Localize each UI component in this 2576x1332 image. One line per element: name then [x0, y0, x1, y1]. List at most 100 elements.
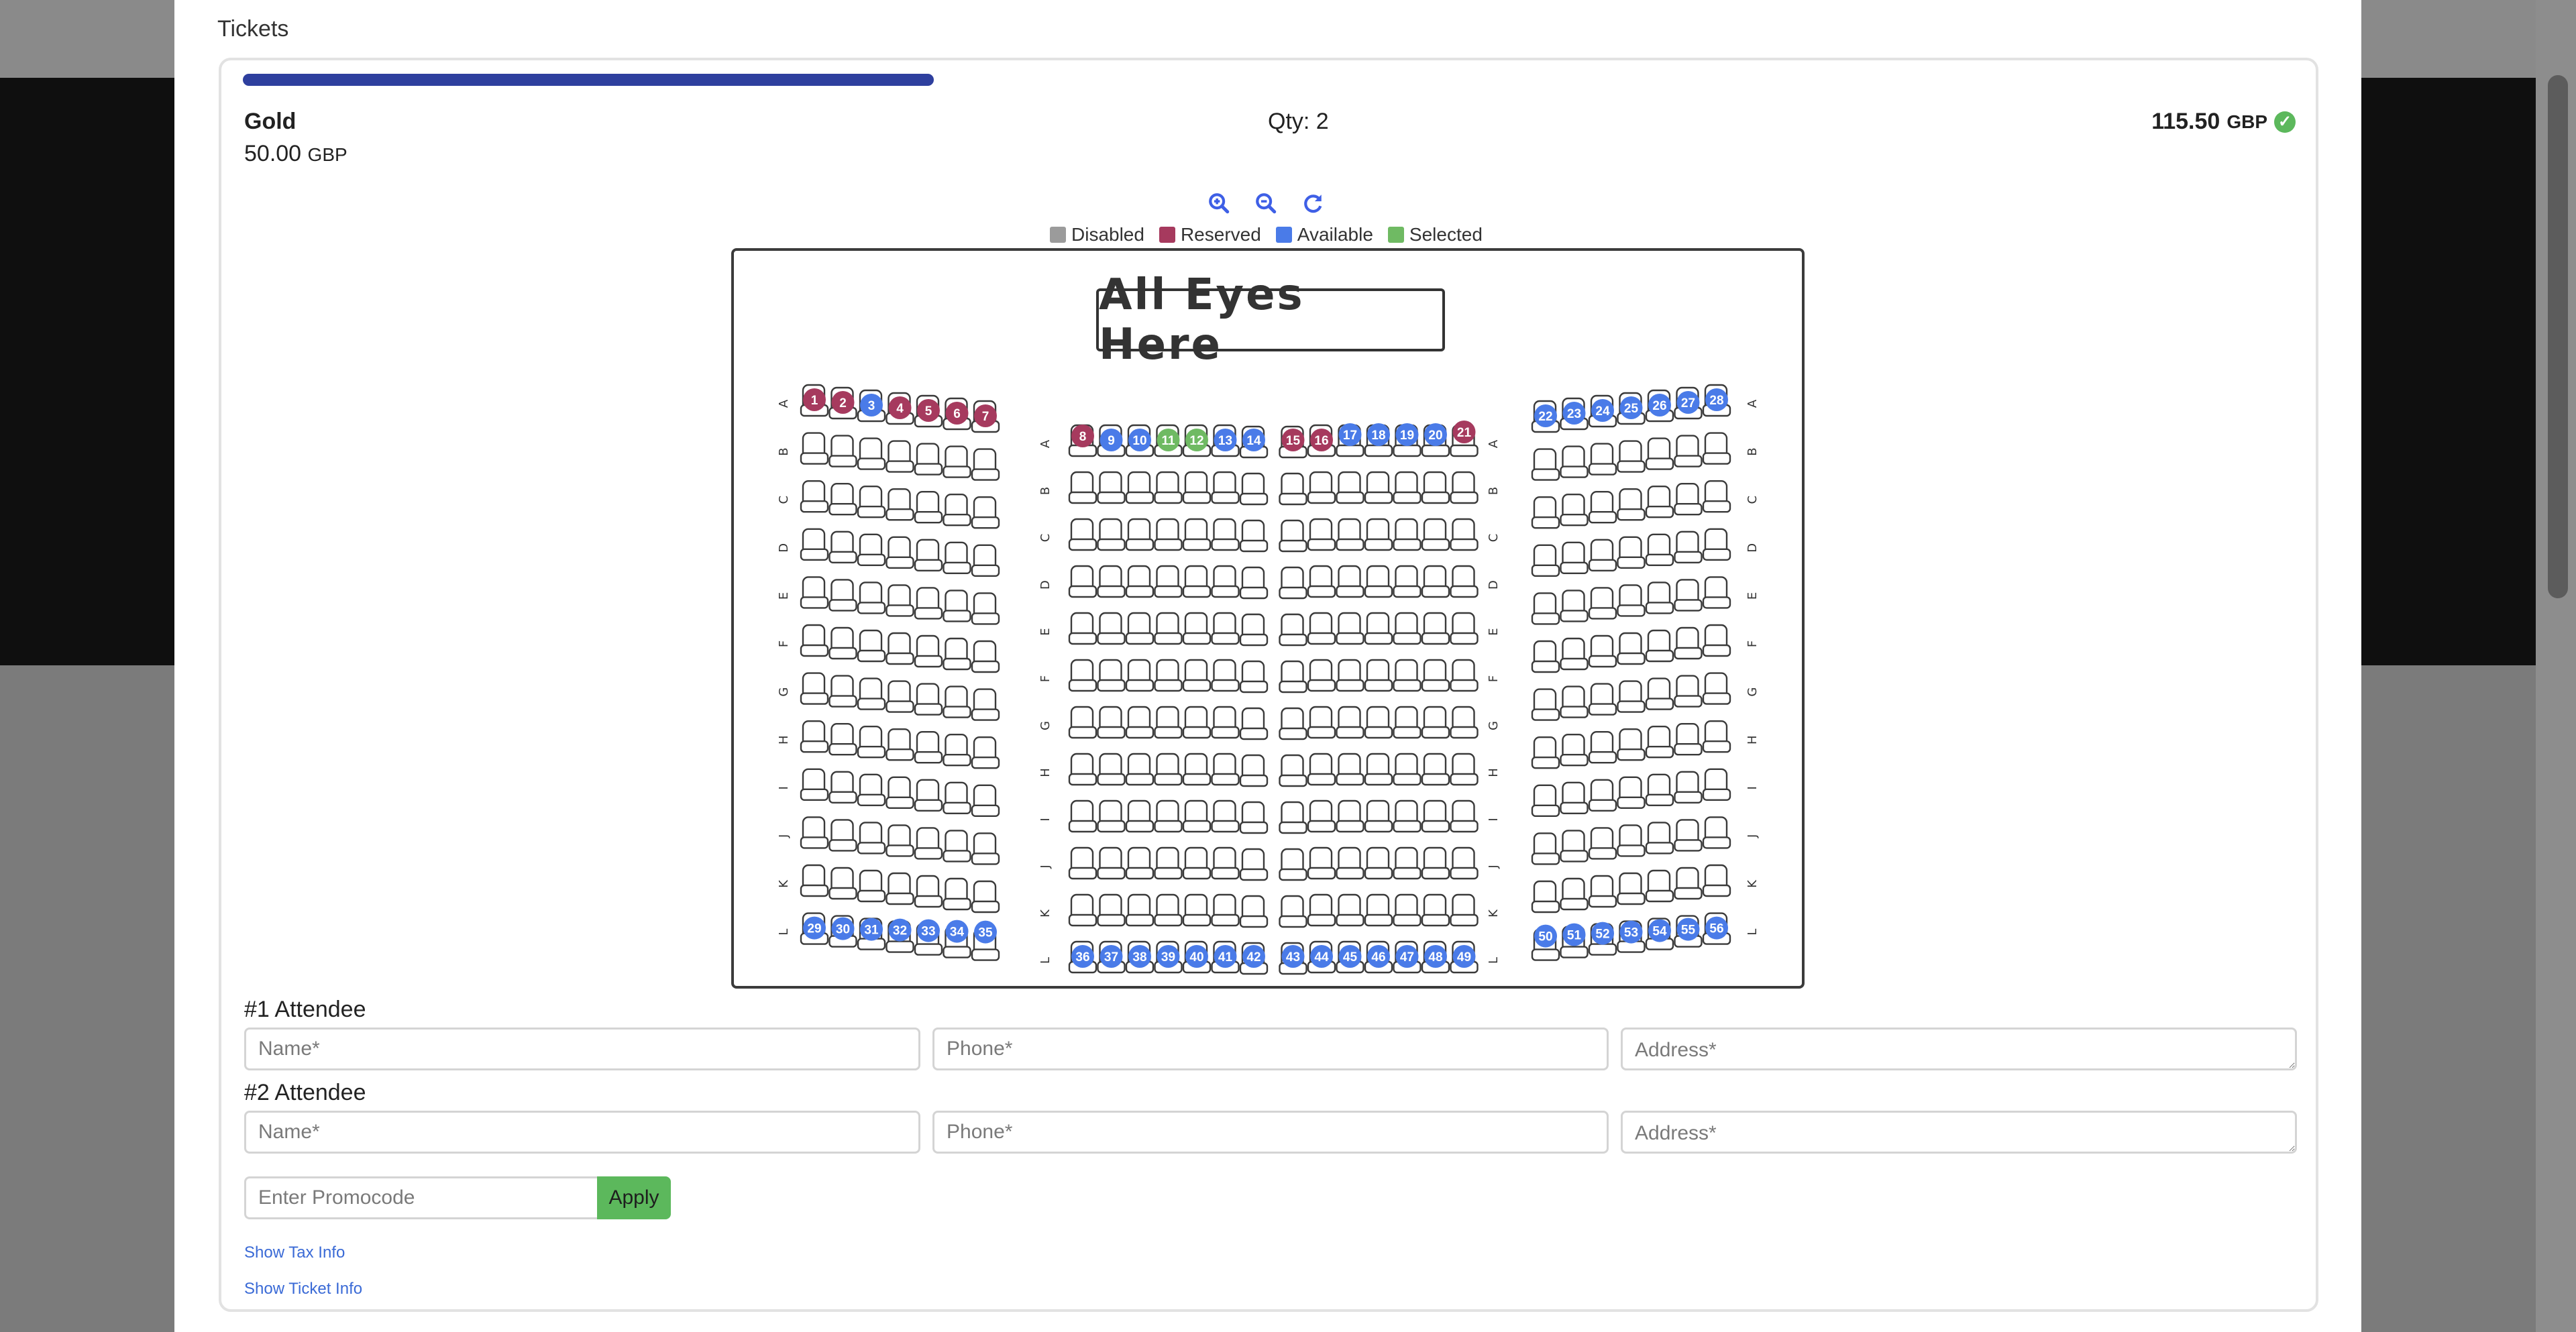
- seat-27[interactable]: 27: [1676, 391, 1700, 414]
- seat-left-I-5[interactable]: [914, 779, 943, 812]
- seat-center-E-6[interactable]: [1211, 612, 1240, 645]
- seat-right-I-3[interactable]: [1588, 779, 1617, 812]
- seat-center-B-3[interactable]: [1125, 471, 1155, 504]
- seat-right-K-3[interactable]: [1588, 875, 1617, 908]
- seat-center-H-6[interactable]: [1211, 753, 1240, 786]
- seat-center-F-1[interactable]: [1068, 659, 1097, 692]
- seat-center-C-3[interactable]: [1125, 518, 1155, 551]
- seat-left-J-6[interactable]: [943, 830, 971, 863]
- seat-left-I-7[interactable]: [971, 784, 1000, 817]
- seat-center-H-8[interactable]: [1279, 754, 1307, 787]
- seat-17[interactable]: 17: [1338, 423, 1362, 446]
- seat-center-F-11[interactable]: [1364, 659, 1393, 692]
- zoom-out-icon[interactable]: [1254, 192, 1277, 218]
- zoom-in-icon[interactable]: [1208, 192, 1230, 218]
- attendee-2-address-field[interactable]: [1621, 1111, 2297, 1154]
- seat-center-K-4[interactable]: [1154, 893, 1183, 927]
- seat-28[interactable]: 28: [1705, 388, 1728, 411]
- seat-center-B-12[interactable]: [1393, 471, 1421, 504]
- seat-right-F-1[interactable]: [1531, 640, 1560, 673]
- seat-center-I-4[interactable]: [1154, 799, 1183, 833]
- seat-center-F-3[interactable]: [1125, 659, 1155, 692]
- seat-center-I-8[interactable]: [1279, 801, 1307, 834]
- seat-center-G-13[interactable]: [1421, 706, 1450, 739]
- seat-right-B-1[interactable]: [1531, 448, 1560, 481]
- seat-center-F-9[interactable]: [1307, 659, 1336, 692]
- seat-center-K-3[interactable]: [1125, 893, 1155, 927]
- seat-right-K-7[interactable]: [1702, 864, 1731, 897]
- seat-left-K-2[interactable]: [828, 867, 857, 900]
- seat-center-H-14[interactable]: [1450, 753, 1479, 786]
- seat-34[interactable]: 34: [945, 920, 969, 943]
- seat-right-E-6[interactable]: [1674, 579, 1703, 612]
- seat-left-F-7[interactable]: [971, 640, 1000, 673]
- seat-left-E-4[interactable]: [885, 584, 914, 617]
- seat-left-G-4[interactable]: [885, 680, 914, 713]
- seat-center-E-2[interactable]: [1097, 612, 1126, 645]
- seat-center-B-8[interactable]: [1279, 472, 1307, 506]
- seat-right-F-3[interactable]: [1588, 634, 1617, 668]
- seat-right-I-4[interactable]: [1617, 776, 1646, 809]
- seat-center-G-8[interactable]: [1279, 707, 1307, 740]
- seat-center-F-5[interactable]: [1182, 659, 1212, 692]
- seat-left-C-2[interactable]: [828, 483, 857, 516]
- seat-right-I-5[interactable]: [1645, 773, 1674, 806]
- seat-left-I-3[interactable]: [857, 773, 886, 806]
- seat-center-G-1[interactable]: [1068, 706, 1097, 739]
- seat-52[interactable]: 52: [1591, 922, 1614, 945]
- seat-center-F-14[interactable]: [1450, 659, 1479, 692]
- seat-left-D-2[interactable]: [828, 531, 857, 563]
- seat-right-E-2[interactable]: [1560, 590, 1589, 622]
- seat-right-E-1[interactable]: [1531, 592, 1560, 625]
- seat-center-I-6[interactable]: [1211, 799, 1240, 833]
- seat-center-G-4[interactable]: [1154, 706, 1183, 739]
- seat-left-K-6[interactable]: [943, 877, 971, 911]
- seat-left-C-4[interactable]: [885, 488, 914, 521]
- seat-center-F-10[interactable]: [1336, 659, 1364, 692]
- seat-right-F-5[interactable]: [1645, 629, 1674, 663]
- seat-center-J-2[interactable]: [1097, 846, 1126, 880]
- seat-center-F-8[interactable]: [1279, 660, 1307, 693]
- seat-left-D-4[interactable]: [885, 536, 914, 569]
- seat-center-H-11[interactable]: [1364, 753, 1393, 786]
- seat-left-E-2[interactable]: [828, 579, 857, 612]
- seat-center-G-9[interactable]: [1307, 706, 1336, 739]
- seat-right-J-3[interactable]: [1588, 827, 1617, 860]
- seat-left-G-6[interactable]: [943, 685, 971, 718]
- seat-left-K-4[interactable]: [885, 872, 914, 905]
- seat-center-G-7[interactable]: [1239, 707, 1269, 740]
- seat-center-B-6[interactable]: [1211, 471, 1240, 504]
- seat-right-I-1[interactable]: [1531, 784, 1560, 817]
- seat-center-K-11[interactable]: [1364, 893, 1393, 927]
- seat-right-K-4[interactable]: [1617, 872, 1646, 905]
- seat-left-B-4[interactable]: [885, 440, 914, 473]
- seat-right-H-1[interactable]: [1531, 736, 1560, 769]
- seat-center-D-11[interactable]: [1364, 565, 1393, 598]
- seat-55[interactable]: 55: [1676, 918, 1700, 941]
- seat-right-I-6[interactable]: [1674, 771, 1703, 803]
- seat-left-B-5[interactable]: [914, 443, 943, 476]
- seat-left-G-2[interactable]: [828, 675, 857, 708]
- seat-left-C-3[interactable]: [857, 486, 886, 518]
- seat-left-F-3[interactable]: [857, 629, 886, 663]
- seat-center-K-8[interactable]: [1279, 895, 1307, 928]
- seat-center-J-8[interactable]: [1279, 848, 1307, 881]
- seat-right-D-4[interactable]: [1617, 536, 1646, 569]
- seat-54[interactable]: 54: [1648, 919, 1671, 942]
- seat-left-J-3[interactable]: [857, 822, 886, 854]
- seat-right-B-5[interactable]: [1645, 437, 1674, 470]
- seat-center-K-6[interactable]: [1211, 893, 1240, 927]
- seat-center-D-1[interactable]: [1068, 565, 1097, 598]
- seat-center-H-10[interactable]: [1336, 753, 1364, 786]
- seat-left-H-4[interactable]: [885, 728, 914, 761]
- seat-center-F-4[interactable]: [1154, 659, 1183, 692]
- seat-right-D-3[interactable]: [1588, 539, 1617, 571]
- seat-center-K-2[interactable]: [1097, 893, 1126, 927]
- seat-24[interactable]: 24: [1591, 399, 1614, 422]
- seat-right-D-6[interactable]: [1674, 531, 1703, 563]
- seat-center-C-1[interactable]: [1068, 518, 1097, 551]
- seat-center-C-9[interactable]: [1307, 518, 1336, 551]
- seat-center-J-14[interactable]: [1450, 846, 1479, 880]
- seat-left-D-3[interactable]: [857, 533, 886, 566]
- seat-right-I-7[interactable]: [1702, 768, 1731, 801]
